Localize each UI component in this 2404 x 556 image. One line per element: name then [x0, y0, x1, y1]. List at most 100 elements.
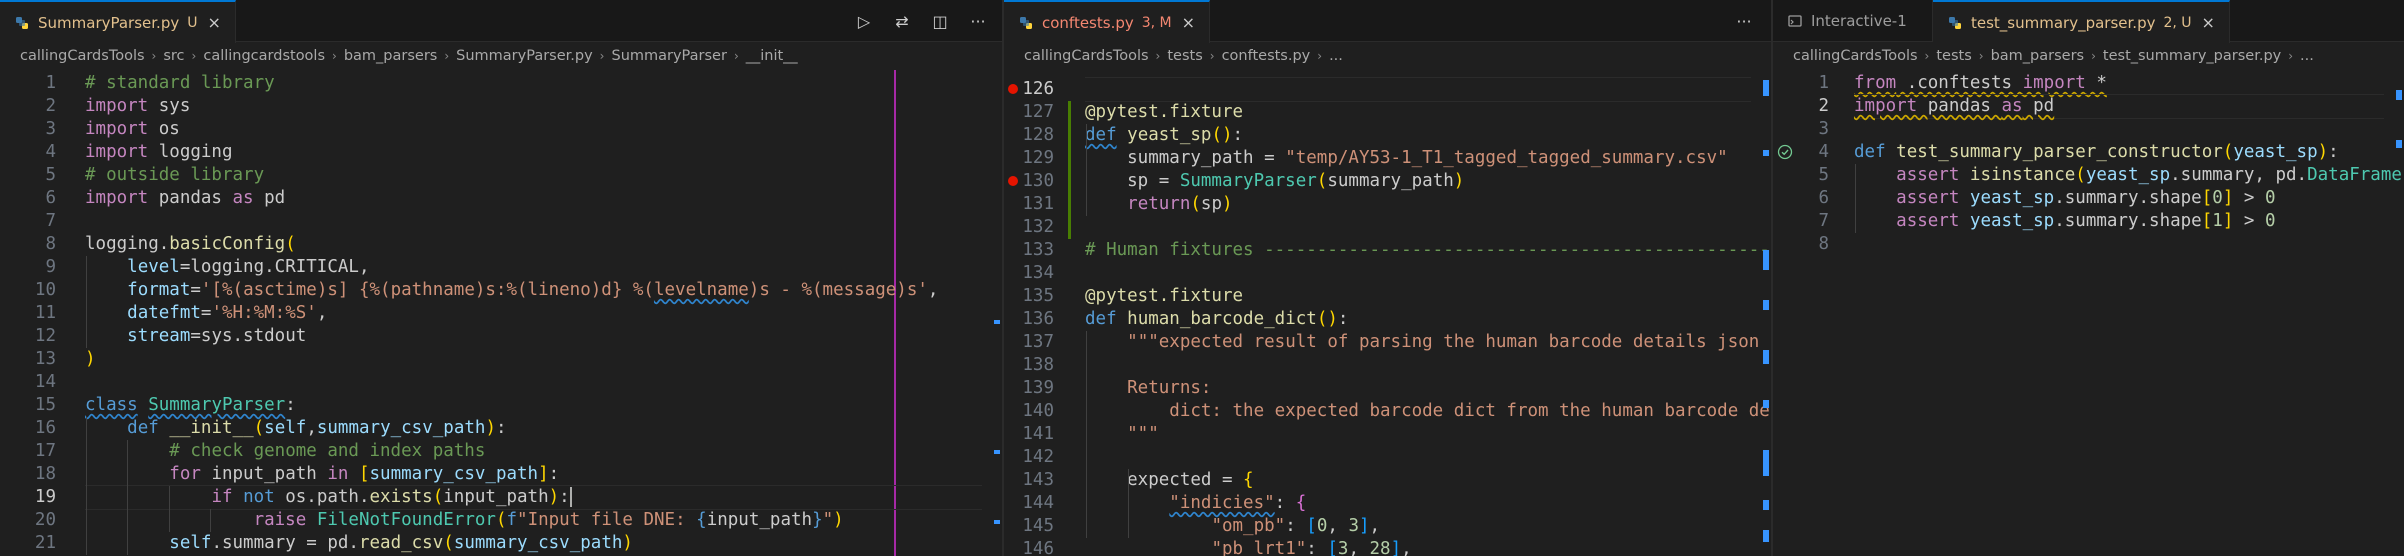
code-token: logging — [148, 142, 233, 162]
line-number: 137 — [1022, 332, 1054, 352]
python-file-icon — [1949, 16, 1961, 29]
line-number: 8 — [45, 234, 56, 254]
code-text: "pb_lrt1": [3, 28], — [1085, 538, 1411, 556]
code-line: 4 import logging — [0, 141, 1002, 164]
test-passed-icon[interactable] — [1777, 144, 1793, 160]
tab-interactive[interactable]: Interactive-1 — [1773, 0, 1933, 42]
code-editor[interactable]: 1 # standard library 2 import sys 3 import os… — [0, 70, 1002, 556]
breakpoint-icon[interactable] — [1008, 84, 1018, 94]
line-number: 131 — [1022, 194, 1054, 214]
git-added-indicator[interactable] — [1068, 101, 1071, 239]
code-line: 21 self.summary = pd.read_csv(summary_cs… — [0, 532, 1002, 555]
breadcrumb-item[interactable]: callingCardsTools — [1024, 48, 1149, 64]
code-token: @pytest.fixture — [1085, 286, 1244, 306]
breadcrumb-item[interactable]: SummaryParser.py — [456, 48, 593, 64]
compare-changes-icon[interactable]: ⇄ — [892, 11, 912, 31]
code-token: 0 — [2264, 188, 2276, 208]
code-token: self — [264, 418, 307, 438]
code-token: : — [1274, 493, 1296, 513]
tab-test-summary-parser[interactable]: test_summary_parser.py 2, U × — [1933, 0, 2230, 43]
code-token: def — [1085, 309, 1117, 329]
code-token: level — [127, 257, 180, 277]
line-number: 18 — [34, 464, 56, 484]
scrollbar-marker — [2396, 140, 2402, 148]
breadcrumb-item[interactable]: ... — [1329, 48, 1343, 64]
code-text: "om_pb": [0, 3], — [1085, 515, 1380, 538]
breadcrumb-item[interactable]: tests — [1936, 48, 1971, 64]
breadcrumb-item[interactable]: bam_parsers — [1991, 48, 2085, 64]
breadcrumb-item[interactable]: callingcardstools — [203, 48, 325, 64]
line-number: 16 — [34, 418, 56, 438]
line-number: 146 — [1022, 539, 1054, 556]
indent-guide — [1086, 124, 1087, 216]
code-text: assert yeast_sp.summary.shape[1] > 0 — [1854, 210, 2275, 233]
line-number: 6 — [1818, 188, 1829, 208]
breadcrumb-item[interactable]: conftests.py — [1222, 48, 1311, 64]
code-token: sp = — [1085, 171, 1180, 191]
close-icon[interactable]: × — [1182, 13, 1195, 32]
line-number: 134 — [1022, 263, 1054, 283]
code-token: ) — [85, 349, 96, 369]
tab-status: U — [187, 14, 198, 31]
tab-label: SummaryParser.py — [38, 13, 180, 32]
code-token: # check genome and index paths — [169, 441, 486, 461]
line-number: 4 — [45, 142, 56, 162]
breakpoint-icon[interactable] — [1008, 176, 1018, 186]
code-token: ) — [548, 487, 560, 507]
close-icon[interactable]: × — [2202, 13, 2215, 32]
tab-conftests[interactable]: conftests.py 3, M × — [1004, 0, 1211, 43]
line-number: 1 — [1818, 73, 1829, 93]
code-text: class SummaryParser: — [85, 394, 296, 417]
breadcrumb-item[interactable]: SummaryParser — [611, 48, 726, 64]
breadcrumb-item[interactable]: tests — [1167, 48, 1202, 64]
scrollbar-marker — [1763, 150, 1769, 156]
scrollbar-marker — [1763, 300, 1769, 310]
code-line: 133 # Human fixtures --------------------… — [1004, 239, 1771, 262]
breadcrumb-item[interactable]: bam_parsers — [344, 48, 438, 64]
code-token: )s - %(message)s' — [748, 280, 928, 300]
close-icon[interactable]: × — [207, 13, 220, 32]
breadcrumb-item[interactable]: ... — [2300, 48, 2314, 64]
code-token: '%H:%M:%S' — [211, 303, 317, 323]
breadcrumb-item[interactable]: callingCardsTools — [1793, 48, 1918, 64]
code-token: .summary.shape — [2054, 211, 2202, 231]
more-actions-icon[interactable]: ··· — [968, 11, 988, 31]
code-token: sys — [148, 96, 191, 116]
code-editor[interactable]: 1 from .conftests import * 2 import pandas … — [1773, 70, 2404, 556]
breadcrumb: callingCardsTools › tests › bam_parsers › test… — [1773, 43, 2404, 69]
tab-bar: conftests.py 3, M × ··· — [1004, 0, 1771, 43]
code-text: datefmt='%H:%M:%S', — [85, 302, 327, 325]
more-actions-icon[interactable]: ··· — [1734, 11, 1754, 31]
code-text: # Human fixtures -----------------------… — [1085, 239, 1771, 262]
tab-summary-parser[interactable]: SummaryParser.py U × — [0, 0, 236, 43]
code-token: ( — [495, 510, 507, 530]
breadcrumb-item[interactable]: callingCardsTools — [20, 48, 145, 64]
chevron-right-icon: › — [1155, 49, 1161, 63]
run-python-icon[interactable]: ▷ — [854, 11, 874, 31]
split-editor-icon[interactable]: ◫ — [930, 11, 950, 31]
code-line: 3 import os — [0, 118, 1002, 141]
code-token: () — [1211, 125, 1233, 145]
code-token: SummaryParser — [1179, 171, 1317, 191]
line-number: 133 — [1022, 240, 1054, 260]
code-line: 16 def __init__(self,summary_csv_path): — [0, 417, 1002, 440]
line-number: 1 — [45, 73, 56, 93]
code-line: 140 dict: the expected barcode dict from… — [1004, 400, 1771, 423]
code-token: yeast_sp — [1969, 188, 2055, 208]
breadcrumb-item[interactable]: src — [163, 48, 184, 64]
code-text: assert isinstance(yeast_sp.summary, pd.D… — [1854, 164, 2404, 187]
code-token: format — [127, 280, 191, 300]
breadcrumb-item[interactable]: test_summary_parser.py — [2103, 48, 2281, 64]
breadcrumb-item[interactable]: __init__ — [746, 48, 798, 64]
code-text: for input_path in [summary_csv_path]: — [85, 463, 559, 486]
code-token: , — [316, 303, 328, 323]
code-editor[interactable]: 126 127 @pytest.fixture 128 def yeast_sp(): 1… — [1004, 70, 1771, 556]
line-number: 142 — [1022, 447, 1054, 467]
code-token: summary_csv_path — [369, 464, 539, 484]
code-token: raise — [253, 510, 307, 530]
code-line: 137 """expected result of parsing the hu… — [1004, 331, 1771, 354]
code-line: 6 import pandas as pd — [0, 187, 1002, 210]
